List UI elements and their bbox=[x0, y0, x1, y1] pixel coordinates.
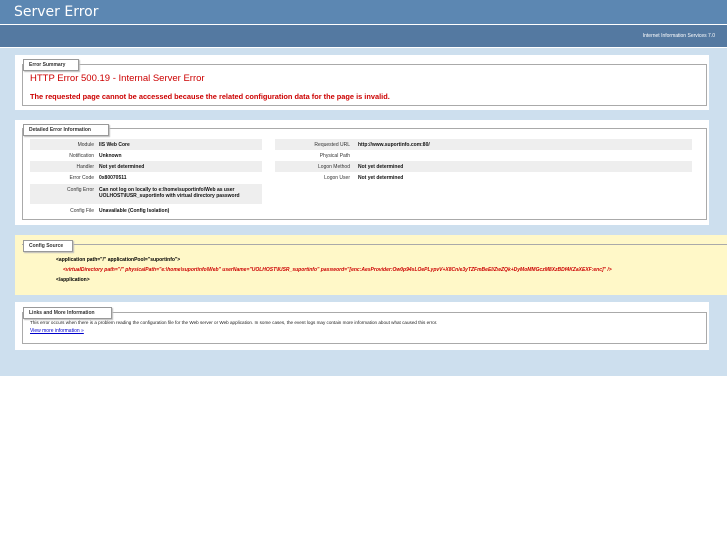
page-header: Server Error bbox=[0, 0, 727, 24]
detail-label: Physical Path bbox=[319, 153, 350, 159]
detail-value: http://www.suportinfo.com:80/ bbox=[358, 142, 430, 148]
detailed-legend: Detailed Error Information bbox=[23, 124, 109, 136]
detail-label: Module bbox=[77, 142, 94, 148]
detail-label: Config File bbox=[70, 208, 94, 214]
config-source-legend: Config Source bbox=[23, 240, 73, 252]
error-summary-legend: Error Summary bbox=[23, 59, 79, 71]
links-description: This error occurs when there is a proble… bbox=[30, 320, 438, 325]
detail-label: Handler bbox=[76, 164, 94, 170]
page-title: Server Error bbox=[14, 4, 99, 20]
detail-label: Logon User bbox=[324, 175, 350, 181]
error-message: The requested page cannot be accessed be… bbox=[30, 92, 390, 101]
detail-label: Logon Method bbox=[318, 164, 350, 170]
detail-value: Can not log on locally to e:\home\suport… bbox=[99, 187, 240, 199]
config-line-3: </application> bbox=[56, 277, 90, 283]
error-title: HTTP Error 500.19 - Internal Server Erro… bbox=[30, 73, 205, 84]
links-box bbox=[22, 312, 707, 344]
more-info-link[interactable]: View more information » bbox=[30, 328, 84, 334]
config-line-2: <virtualDirectory path="/" physicalPath=… bbox=[63, 267, 612, 273]
product-name: Internet Information Services 7.0 bbox=[642, 33, 715, 39]
detail-value: Unknown bbox=[99, 153, 122, 159]
links-legend: Links and More Information bbox=[23, 307, 112, 319]
subheader-bar: Internet Information Services 7.0 bbox=[0, 25, 727, 47]
detail-value: Not yet determined bbox=[99, 164, 145, 170]
detail-value: Not yet determined bbox=[358, 164, 404, 170]
detail-label: Error Code bbox=[69, 175, 94, 181]
detail-value: 0x80070511 bbox=[99, 175, 127, 181]
detail-label: Notification bbox=[69, 153, 94, 159]
detail-label: Requested URL bbox=[314, 142, 350, 148]
detail-label: Config Error bbox=[67, 187, 94, 193]
config-line-1: <application path="/" applicationPool="s… bbox=[56, 257, 181, 263]
detail-value: IIS Web Core bbox=[99, 142, 130, 148]
detail-value: Not yet determined bbox=[358, 175, 404, 181]
detail-value: Unavailable (Config Isolation) bbox=[99, 208, 170, 214]
